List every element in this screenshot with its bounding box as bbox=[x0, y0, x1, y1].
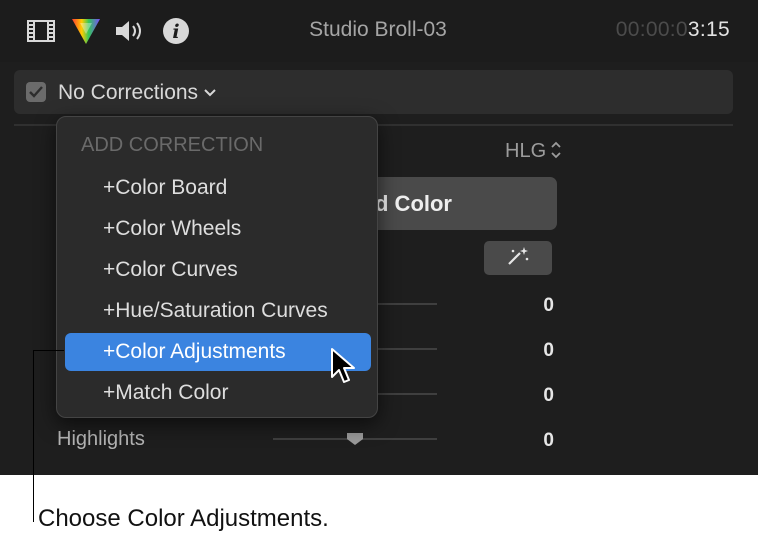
hdr-mode-label: HLG bbox=[505, 140, 547, 162]
clip-name: Studio Broll-03 bbox=[309, 18, 447, 41]
color-triangle-icon[interactable] bbox=[71, 16, 101, 46]
callout-line bbox=[33, 350, 64, 351]
correction-enable-checkbox[interactable] bbox=[26, 82, 46, 102]
highlights-value[interactable]: 0 bbox=[518, 430, 554, 452]
match-color-button-label: d Color bbox=[375, 190, 452, 216]
menu-item-match-color[interactable]: +Match Color bbox=[65, 374, 371, 412]
chevron-down-icon bbox=[204, 79, 216, 103]
menu-header: ADD CORRECTION bbox=[81, 134, 264, 156]
mouse-pointer-icon bbox=[330, 347, 356, 390]
timecode: 00:00:03:15 bbox=[616, 18, 730, 42]
menu-item-color-board[interactable]: +Color Board bbox=[65, 169, 371, 207]
menu-item-color-adjustments[interactable]: +Color Adjustments bbox=[65, 333, 371, 371]
callout-line bbox=[33, 350, 34, 522]
highlights-label: Highlights bbox=[57, 428, 145, 450]
color-inspector: i Studio Broll-03 00:00:03:15 No Correct… bbox=[0, 0, 758, 475]
menu-item-color-wheels[interactable]: +Color Wheels bbox=[65, 210, 371, 248]
speaker-icon[interactable] bbox=[114, 16, 144, 46]
magic-wand-icon bbox=[505, 245, 531, 272]
menu-item-color-curves[interactable]: +Color Curves bbox=[65, 251, 371, 289]
highlights-slider-thumb[interactable] bbox=[346, 432, 364, 451]
auto-balance-button[interactable] bbox=[484, 241, 552, 275]
info-icon[interactable]: i bbox=[161, 16, 191, 46]
svg-text:i: i bbox=[172, 21, 179, 43]
timecode-live: 3:15 bbox=[687, 18, 730, 41]
slider-value[interactable]: 0 bbox=[518, 295, 554, 317]
corrections-popup[interactable]: No Corrections bbox=[58, 79, 216, 105]
hdr-mode-popup[interactable]: HLG bbox=[505, 140, 561, 165]
corrections-bar: No Corrections bbox=[14, 70, 733, 114]
callout-caption: Choose Color Adjustments. bbox=[38, 505, 329, 532]
film-icon[interactable] bbox=[26, 16, 56, 46]
timecode-dim: 00:00:0 bbox=[615, 18, 688, 41]
slider-value[interactable]: 0 bbox=[518, 340, 554, 362]
inspector-header: i Studio Broll-03 00:00:03:15 bbox=[0, 0, 758, 62]
up-down-arrows-icon bbox=[551, 141, 561, 165]
corrections-popup-label: No Corrections bbox=[58, 81, 199, 104]
menu-item-hue-saturation-curves[interactable]: +Hue/Saturation Curves bbox=[65, 292, 371, 330]
slider-value[interactable]: 0 bbox=[518, 385, 554, 407]
